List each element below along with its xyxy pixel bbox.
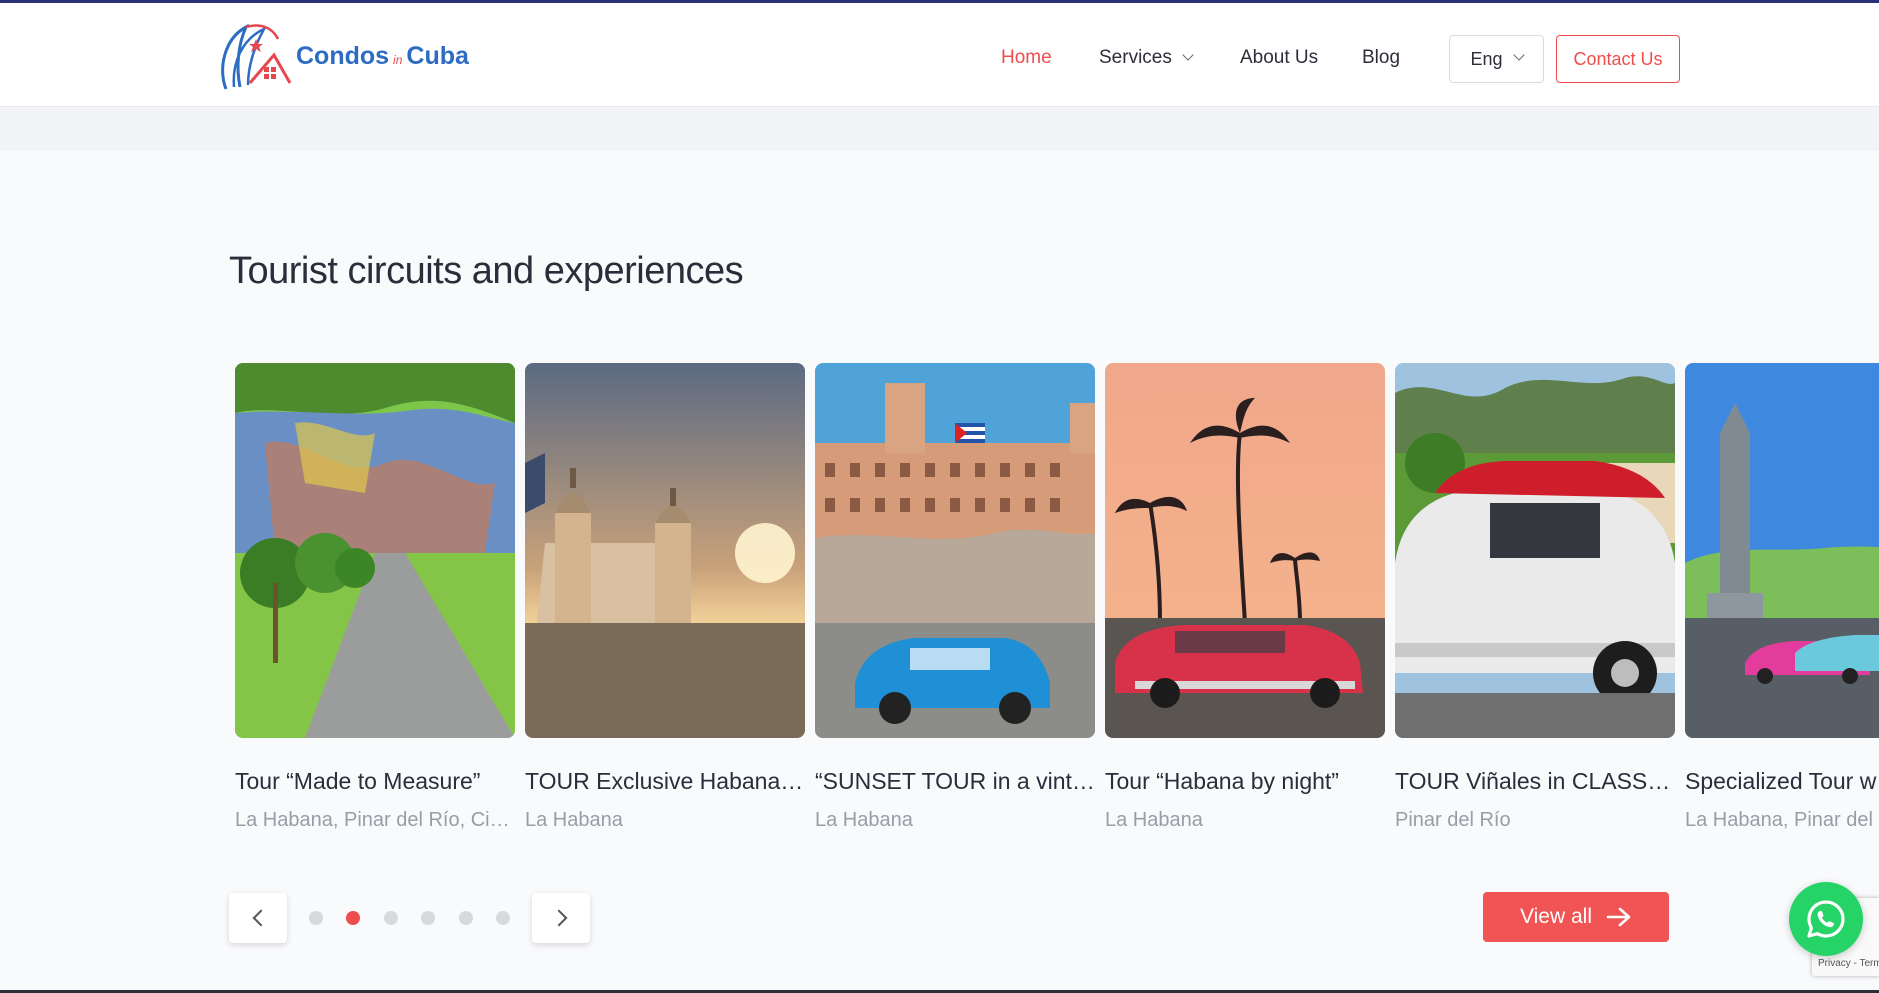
- nav-services[interactable]: Services: [1099, 43, 1194, 73]
- nav-services-label: Services: [1099, 47, 1172, 68]
- carousel-dot-3[interactable]: [384, 911, 398, 925]
- language-selector[interactable]: Eng: [1449, 35, 1544, 83]
- chevron-down-icon: [1182, 49, 1194, 61]
- carousel-next-button[interactable]: [532, 893, 590, 943]
- tour-card-title[interactable]: TOUR Viñales in CLASSIC CAR: [1395, 768, 1675, 795]
- tour-card-location: La Habana: [525, 809, 623, 831]
- chevron-right-icon: [550, 909, 567, 927]
- carousel-dot-4[interactable]: [421, 911, 435, 925]
- tour-card-image[interactable]: [1685, 363, 1879, 738]
- tour-card-image[interactable]: [1105, 363, 1385, 738]
- tour-card-location: La Habana, Pinar del: [1685, 809, 1873, 831]
- language-label: Eng: [1470, 48, 1503, 69]
- whatsapp-chat-button[interactable]: [1789, 882, 1863, 956]
- carousel-dot-2[interactable]: [346, 911, 360, 925]
- tour-card[interactable]: Tour “Made to Measure” La Habana, Pinar …: [235, 363, 515, 831]
- site-logo[interactable]: Condos in Cuba: [216, 17, 476, 95]
- vinales-classic-car-image: [1395, 363, 1675, 738]
- cliff-mural-road-image: [235, 363, 515, 738]
- cathedral-sunset-image: [525, 363, 805, 738]
- tour-card[interactable]: TOUR Viñales in CLASSIC CAR Pinar del Rí…: [1395, 363, 1675, 831]
- tour-card-image[interactable]: [815, 363, 1095, 738]
- nav-blog[interactable]: Blog: [1362, 43, 1400, 73]
- tour-card-title[interactable]: TOUR Exclusive Habana Vieja: [525, 768, 805, 795]
- tour-card-image[interactable]: [525, 363, 805, 738]
- tour-card[interactable]: Specialized Tour w La Habana, Pinar del: [1685, 363, 1879, 831]
- tour-card-location: Pinar del Río: [1395, 809, 1511, 831]
- logo-wordmark: Condos in Cuba: [296, 42, 469, 71]
- hotel-nacional-blue-car-image: [815, 363, 1095, 738]
- chevron-left-icon: [252, 909, 269, 927]
- nav-about[interactable]: About Us: [1240, 43, 1318, 73]
- tour-card[interactable]: Tour “Habana by night” La Habana: [1105, 363, 1385, 831]
- logo-word-cuba: Cuba: [406, 41, 469, 70]
- carousel-dot-5[interactable]: [459, 911, 473, 925]
- view-all-label: View all: [1520, 905, 1592, 928]
- logo-word-condos: Condos: [296, 41, 390, 70]
- recaptcha-privacy-terms[interactable]: Privacy - Terms: [1818, 958, 1879, 969]
- logo-word-in: in: [393, 52, 403, 67]
- carousel-prev-button[interactable]: [229, 893, 287, 943]
- whatsapp-icon: [1807, 900, 1845, 938]
- tour-carousel: Tour “Made to Measure” La Habana, Pinar …: [235, 363, 1879, 843]
- site-header: Condos in Cuba Home Services About Us Bl…: [0, 3, 1879, 107]
- view-all-button[interactable]: View all: [1483, 892, 1669, 942]
- tour-card-location: La Habana: [815, 809, 913, 831]
- tour-card-title[interactable]: Specialized Tour w: [1685, 768, 1879, 795]
- tour-card[interactable]: “SUNSET TOUR in a vintage car” La Habana: [815, 363, 1095, 831]
- tour-card-title[interactable]: Tour “Habana by night”: [1105, 768, 1385, 795]
- tour-card-image[interactable]: [235, 363, 515, 738]
- carousel-dot-6[interactable]: [496, 911, 510, 925]
- contact-us-button[interactable]: Contact Us: [1556, 35, 1680, 83]
- section-title: Tourist circuits and experiences: [229, 250, 744, 292]
- parrot-house-logo-icon: [221, 23, 292, 90]
- tour-card[interactable]: TOUR Exclusive Habana Vieja La Habana: [525, 363, 805, 831]
- chevron-down-icon: [1512, 49, 1525, 61]
- header-spacer-band: [0, 107, 1879, 151]
- nav-home[interactable]: Home: [1001, 43, 1052, 73]
- arrow-right-icon: [1606, 907, 1631, 927]
- tour-card-location: La Habana: [1105, 809, 1203, 831]
- revolution-square-image: [1685, 363, 1879, 738]
- palm-trees-red-car-image: [1105, 363, 1385, 738]
- tour-card-image[interactable]: [1395, 363, 1675, 738]
- tour-card-location: La Habana, Pinar del Río, Cienfuegos: [235, 809, 515, 831]
- tour-card-title[interactable]: Tour “Made to Measure”: [235, 768, 515, 795]
- carousel-dot-1[interactable]: [309, 911, 323, 925]
- tour-card-title[interactable]: “SUNSET TOUR in a vintage car”: [815, 768, 1095, 795]
